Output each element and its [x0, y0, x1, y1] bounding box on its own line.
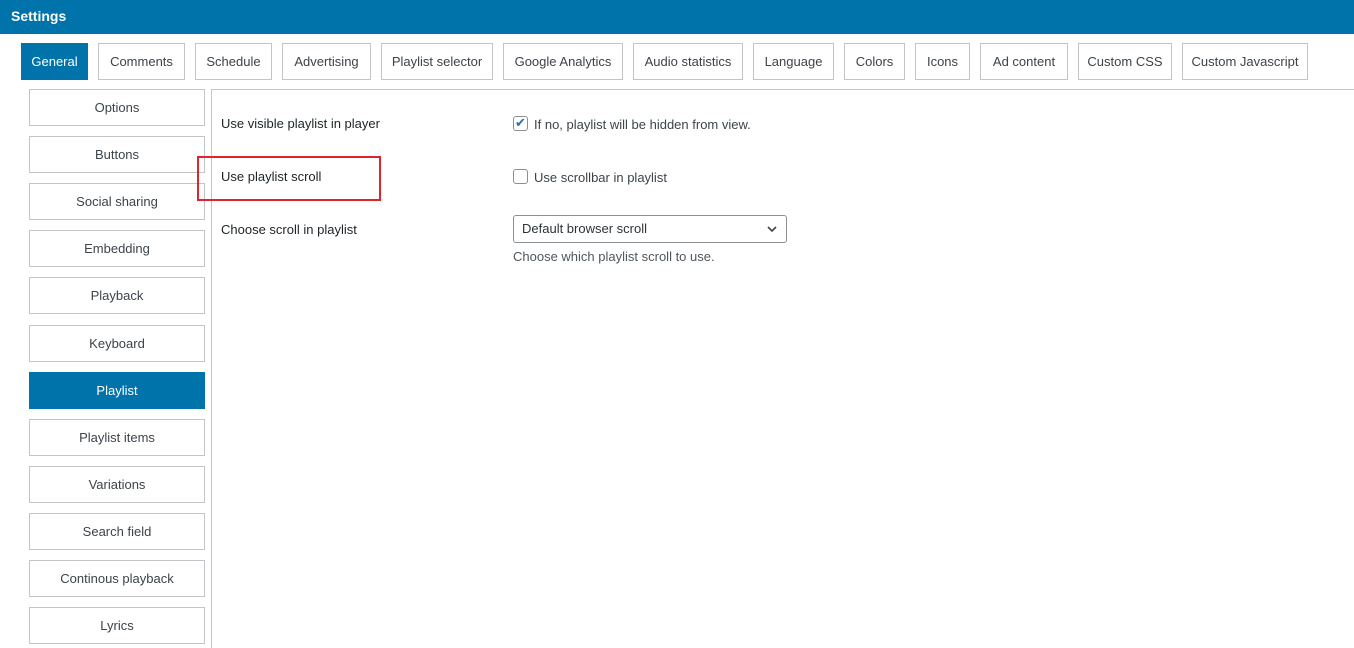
- tab-audio-statistics[interactable]: Audio statistics: [633, 43, 743, 80]
- playlist-scroll-checkbox[interactable]: [513, 169, 528, 184]
- tab-comments[interactable]: Comments: [98, 43, 185, 80]
- tab-playlist-selector[interactable]: Playlist selector: [381, 43, 493, 80]
- sidebar-item-embedding[interactable]: Embedding: [29, 230, 205, 267]
- tab-custom-css[interactable]: Custom CSS: [1078, 43, 1172, 80]
- tabs-divider: [212, 89, 1354, 90]
- scroll-type-selected-value: Default browser scroll: [522, 221, 647, 236]
- tab-language[interactable]: Language: [753, 43, 834, 80]
- annotation-highlight-box: [197, 156, 381, 201]
- tab-advertising[interactable]: Advertising: [282, 43, 371, 80]
- chevron-down-icon: [766, 216, 778, 252]
- page-title: Settings: [11, 8, 67, 24]
- sidebar-item-playback[interactable]: Playback: [29, 277, 205, 314]
- scroll-type-description: Choose which playlist scroll to use.: [513, 249, 715, 264]
- scroll-type-label: Choose scroll in playlist: [221, 222, 357, 237]
- tab-schedule[interactable]: Schedule: [195, 43, 272, 80]
- sidebar-item-search-field[interactable]: Search field: [29, 513, 205, 550]
- scroll-type-select[interactable]: Default browser scroll: [513, 215, 787, 243]
- tab-icons[interactable]: Icons: [915, 43, 970, 80]
- sidebar-item-playlist-items[interactable]: Playlist items: [29, 419, 205, 456]
- checkmark-icon: ✔: [515, 115, 526, 130]
- tab-general[interactable]: General: [21, 43, 88, 80]
- sidebar-item-social-sharing[interactable]: Social sharing: [29, 183, 205, 220]
- sidebar-item-playlist[interactable]: Playlist: [29, 372, 205, 409]
- sidebar-item-variations[interactable]: Variations: [29, 466, 205, 503]
- sidebar-item-lyrics[interactable]: Lyrics: [29, 607, 205, 644]
- tab-colors[interactable]: Colors: [844, 43, 905, 80]
- tab-google-analytics[interactable]: Google Analytics: [503, 43, 623, 80]
- tab-custom-javascript[interactable]: Custom Javascript: [1182, 43, 1308, 80]
- tab-ad-content[interactable]: Ad content: [980, 43, 1068, 80]
- visible-playlist-label: Use visible playlist in player: [221, 116, 380, 131]
- sidebar-item-continous-playback[interactable]: Continous playback: [29, 560, 205, 597]
- visible-playlist-checkbox-text: If no, playlist will be hidden from view…: [534, 117, 751, 132]
- sidebar-item-keyboard[interactable]: Keyboard: [29, 325, 205, 362]
- settings-header-bar: Settings: [0, 0, 1354, 34]
- sidebar-item-buttons[interactable]: Buttons: [29, 136, 205, 173]
- sidebar-item-options[interactable]: Options: [29, 89, 205, 126]
- playlist-scroll-checkbox-text: Use scrollbar in playlist: [534, 170, 667, 185]
- visible-playlist-checkbox[interactable]: ✔: [513, 115, 528, 131]
